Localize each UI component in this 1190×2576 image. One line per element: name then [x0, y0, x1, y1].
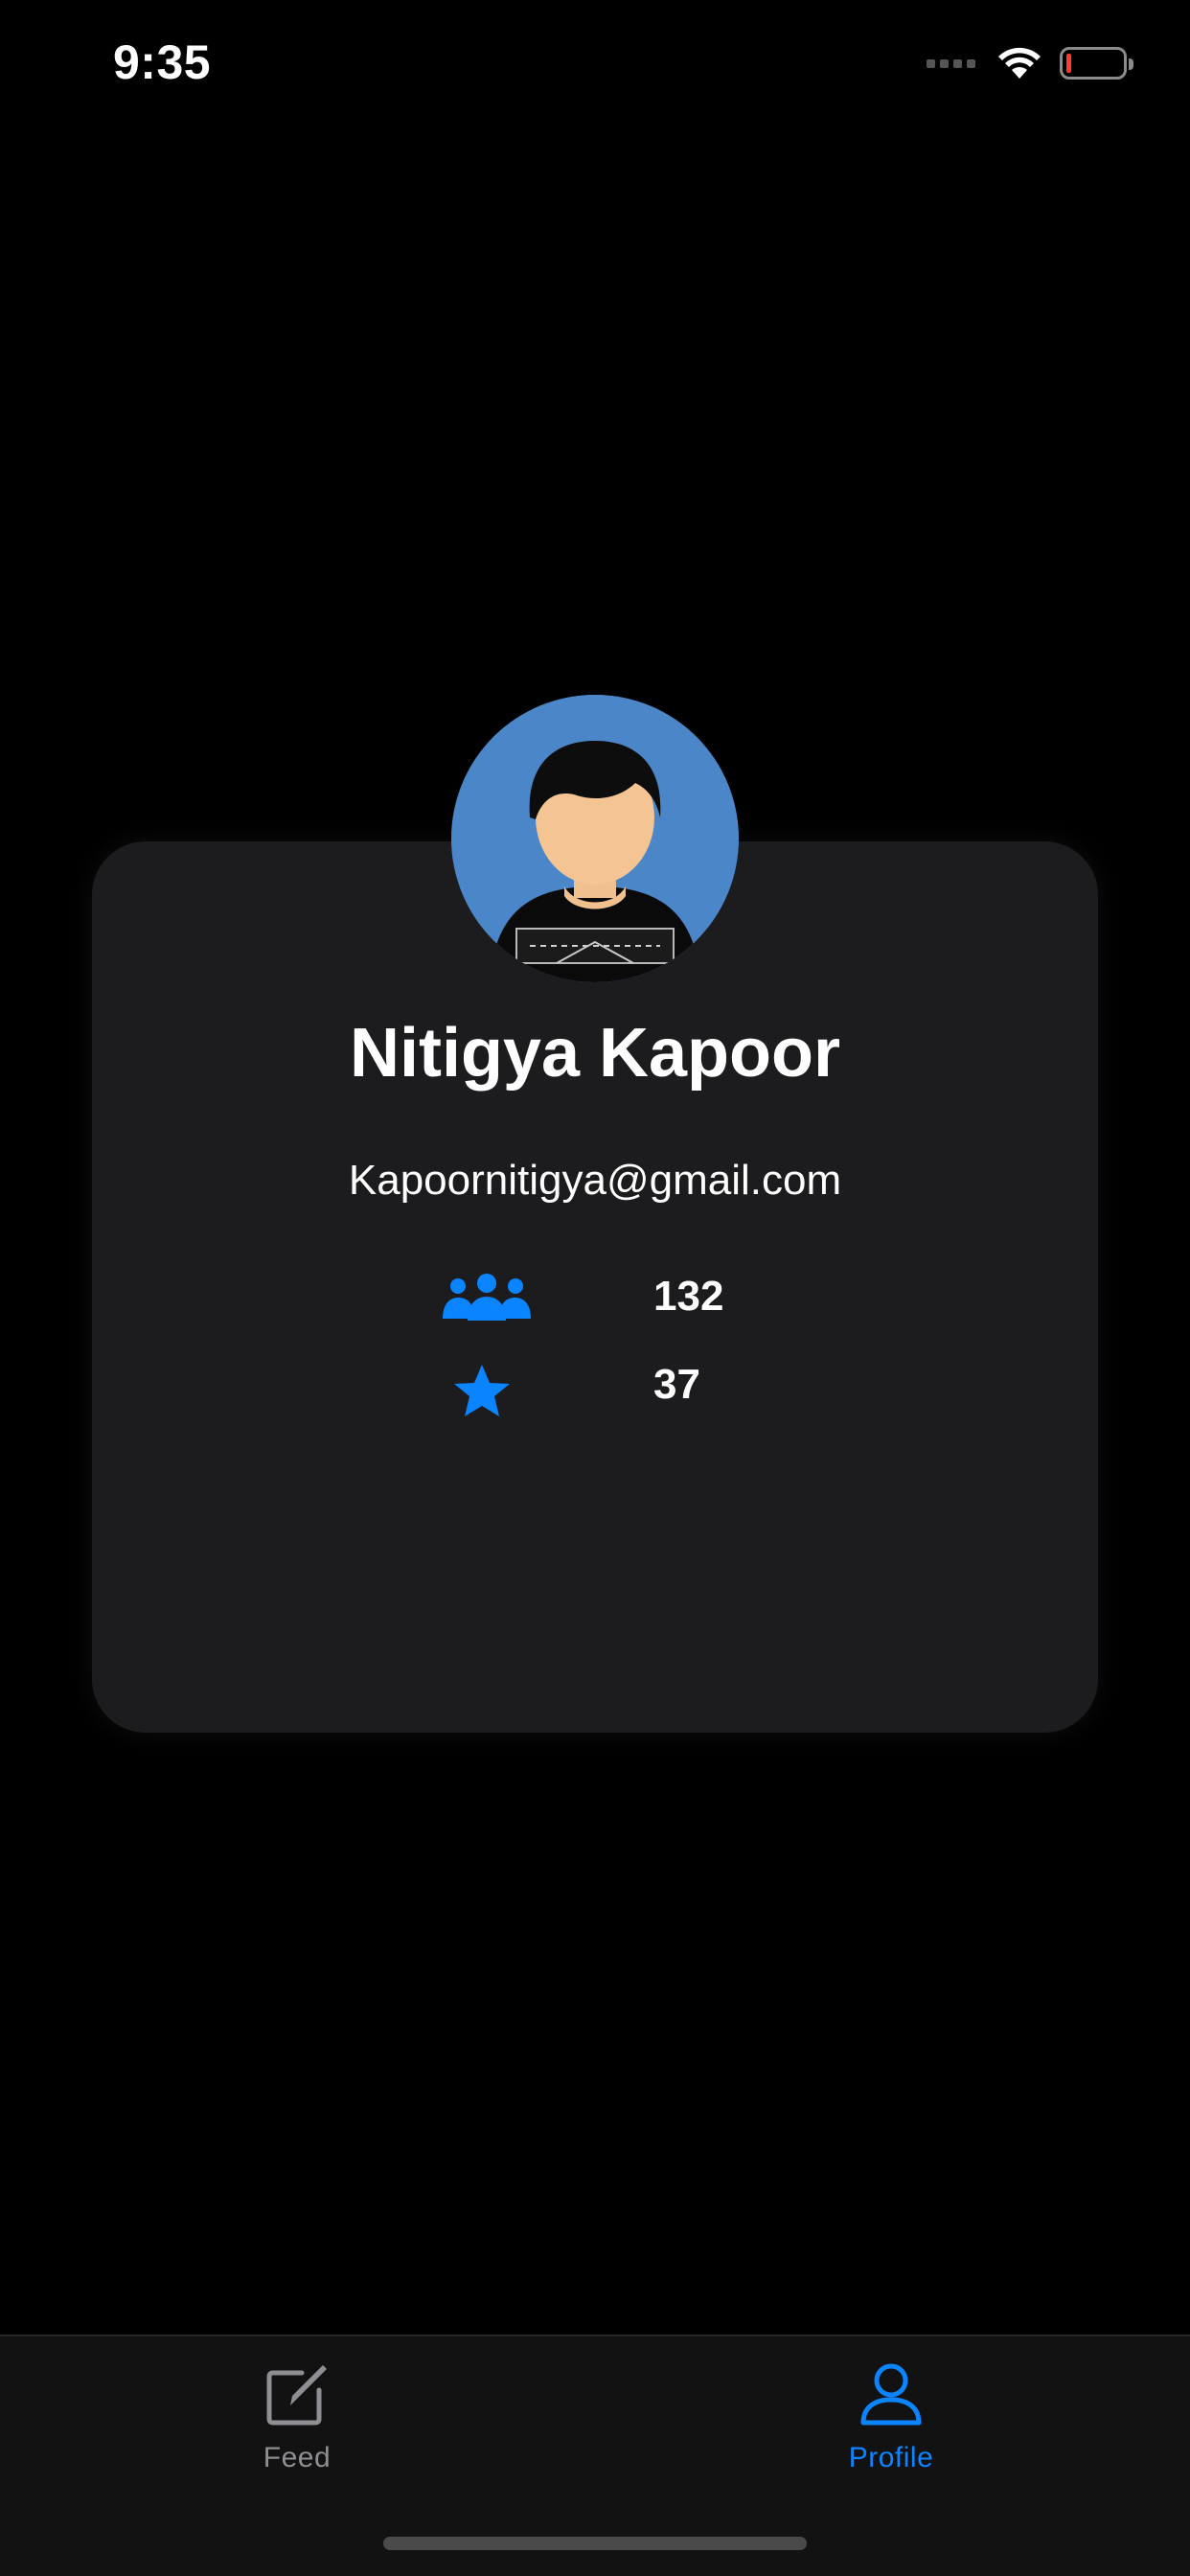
wifi-icon	[998, 47, 1041, 79]
battery-icon	[1060, 47, 1133, 80]
tab-profile-label: Profile	[848, 2442, 934, 2473]
home-indicator[interactable]	[383, 2537, 807, 2550]
avatar	[451, 695, 739, 982]
star-icon	[454, 1365, 510, 1416]
stars-count: 37	[653, 1361, 700, 1408]
status-icons	[927, 42, 1133, 84]
compose-icon	[266, 2365, 327, 2426]
status-bar: 9:35	[0, 0, 1190, 129]
battery-level	[1066, 54, 1071, 73]
cellular-signal-icon	[927, 58, 975, 68]
profile-email: Kapoornitigya@gmail.com	[348, 1157, 842, 1204]
tab-profile[interactable]: Profile	[786, 2361, 996, 2505]
tab-feed[interactable]: Feed	[192, 2361, 402, 2505]
followers-count: 132	[653, 1273, 724, 1320]
tab-feed-label: Feed	[263, 2442, 332, 2473]
people-icon	[443, 1274, 531, 1321]
status-time: 9:35	[113, 35, 212, 89]
person-icon	[860, 2363, 922, 2426]
profile-name: Nitigya Kapoor	[349, 1015, 841, 1092]
